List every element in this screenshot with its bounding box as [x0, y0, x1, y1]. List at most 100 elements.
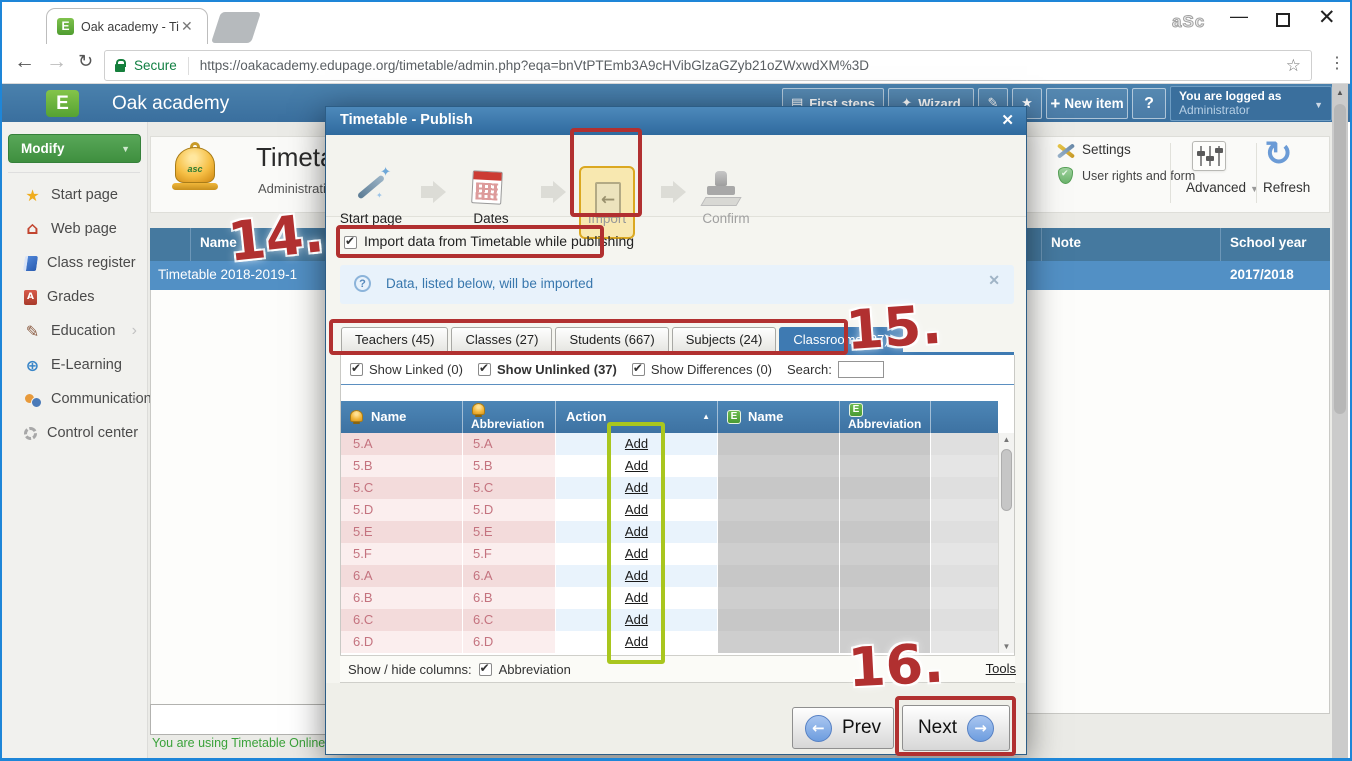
checkbox-icon[interactable]: [350, 363, 363, 376]
tab-close-icon[interactable]: ✕: [181, 18, 193, 35]
abbreviation-checkbox[interactable]: [479, 663, 492, 676]
settings-icon: [1056, 143, 1076, 159]
sidebar-item-label: Control center: [47, 425, 138, 441]
grid-scrollbar[interactable]: ▲ ▼: [998, 433, 1014, 653]
help-button[interactable]: ?: [1132, 88, 1166, 119]
grid-header-abbreviation[interactable]: Abbreviation: [463, 401, 556, 433]
edupage-icon: E: [727, 410, 741, 424]
info-close-icon[interactable]: ✕: [988, 272, 1000, 289]
grid-row-6-a: 6.A6.AAdd: [341, 565, 998, 587]
sidebar-item-control-center[interactable]: Control center: [0, 416, 146, 450]
minimize-button[interactable]: —: [1224, 6, 1254, 27]
cell-filler: [931, 587, 998, 609]
advanced-button[interactable]: Advanced: [1186, 180, 1246, 195]
column-note-header[interactable]: Note: [1051, 235, 1081, 250]
annotation-box-next: [895, 696, 1016, 756]
arrow-left-icon: ←: [805, 715, 832, 742]
cell-edupage-abbreviation: [840, 433, 931, 455]
scroll-down-icon[interactable]: ▼: [999, 642, 1014, 651]
cell-abbreviation: 6.B: [463, 587, 556, 609]
star-icon: [24, 187, 41, 204]
search-input[interactable]: [838, 361, 884, 378]
cell-abbreviation: 5.E: [463, 521, 556, 543]
forward-icon[interactable]: →: [46, 50, 67, 74]
scroll-up-icon[interactable]: ▲: [1332, 88, 1348, 97]
cell-edupage-abbreviation: [840, 587, 931, 609]
url-text[interactable]: https://oakacademy.edupage.org/timetable…: [200, 58, 1278, 73]
sidebar-item-e-learning[interactable]: E-Learning: [0, 348, 146, 382]
sidebar-item-communication[interactable]: Communication›: [0, 382, 146, 416]
step-start-page[interactable]: Start page: [326, 211, 416, 226]
secure-badge[interactable]: Secure: [134, 58, 177, 73]
cell-filler: [931, 565, 998, 587]
cell-edupage-abbreviation: [840, 565, 931, 587]
cell-edupage-name: [718, 631, 840, 653]
modify-dropdown[interactable]: Modify▼: [8, 134, 141, 163]
user-rights-button[interactable]: User rights and form: [1082, 169, 1195, 183]
checkbox-icon[interactable]: [632, 363, 645, 376]
logged-role: Administrator: [1179, 103, 1323, 117]
cell-abbreviation: 6.D: [463, 631, 556, 653]
cell-abbreviation: 5.A: [463, 433, 556, 455]
edupage-icon: E: [849, 403, 863, 417]
scrollbar-thumb[interactable]: [1001, 449, 1012, 511]
refresh-icon[interactable]: ↻: [1264, 134, 1293, 174]
back-icon[interactable]: ←: [14, 50, 35, 74]
cell-filler: [931, 543, 998, 565]
page-scrollbar[interactable]: ▲: [1332, 84, 1348, 758]
settings-button[interactable]: Settings: [1082, 142, 1131, 157]
grid-header-edupage-name[interactable]: EName: [718, 401, 840, 433]
classregister-icon: [23, 256, 38, 271]
sidebar-item-start-page[interactable]: Start page: [0, 178, 146, 212]
cell-edupage-name: [718, 455, 840, 477]
filter-row: Show Linked (0) Show Unlinked (37) Show Di…: [341, 355, 1014, 385]
checkbox-icon[interactable]: [478, 363, 491, 376]
cell-edupage-name: [718, 477, 840, 499]
sidebar-item-grades[interactable]: Grades: [0, 280, 146, 314]
dialog-close-icon[interactable]: ✕: [1001, 111, 1014, 129]
prev-button[interactable]: ← Prev: [792, 707, 894, 749]
cell-abbreviation: 5.C: [463, 477, 556, 499]
cell-name: 5.D: [341, 499, 463, 521]
edupage-favicon: E: [57, 18, 74, 35]
step-arrow-icon: [421, 181, 447, 203]
new-item-button[interactable]: +New item: [1046, 88, 1128, 119]
maximize-button[interactable]: [1276, 13, 1290, 27]
sidebar-item-class-register[interactable]: Class register: [0, 246, 146, 280]
grid-header-filler: [931, 401, 998, 433]
edupage-logo: E: [46, 90, 79, 117]
annotation-box-checkbox: [336, 225, 604, 258]
tools-link[interactable]: Tools: [986, 661, 1016, 676]
sidebar-item-label: Web page: [51, 221, 117, 237]
scroll-up-icon[interactable]: ▲: [999, 435, 1014, 444]
filter-show-unlinked-37[interactable]: Show Unlinked (37): [478, 362, 617, 377]
sidebar-item-web-page[interactable]: Web page: [0, 212, 146, 246]
sidebar-item-education[interactable]: Education›: [0, 314, 146, 348]
filter-show-differences-0[interactable]: Show Differences (0): [632, 362, 772, 377]
school-name: Oak academy: [112, 93, 229, 115]
browser-tab[interactable]: E Oak academy - Timetable ✕: [46, 8, 208, 44]
grid-row-5-a: 5.A5.AAdd: [341, 433, 998, 455]
sidebar-items: Start page Web page Class registerGradesEd…: [0, 178, 146, 450]
scrollbar-thumb[interactable]: [1334, 104, 1346, 414]
refresh-button[interactable]: Refresh: [1263, 180, 1310, 195]
question-icon: ?: [354, 275, 371, 292]
step-dates[interactable]: Dates: [446, 211, 536, 226]
grid-row-6-c: 6.C6.CAdd: [341, 609, 998, 631]
cell-name: 6.B: [341, 587, 463, 609]
column-year-header[interactable]: School year: [1230, 235, 1307, 250]
cell-edupage-abbreviation: [840, 477, 931, 499]
dates-step-icon: [471, 170, 503, 205]
grid-header-name[interactable]: Name: [341, 401, 463, 433]
annotation-14: 14.: [225, 201, 327, 274]
filter-show-linked-0[interactable]: Show Linked (0): [350, 362, 463, 377]
step-confirm: Confirm: [681, 211, 771, 226]
start-page-step-icon: ✦: [352, 169, 392, 209]
bookmark-star-icon[interactable]: ☆: [1286, 56, 1301, 76]
window-close-button[interactable]: ✕: [1318, 5, 1336, 30]
reload-icon[interactable]: ↻: [78, 51, 93, 72]
grid-header-edupage-abbreviation[interactable]: EAbbreviation: [840, 401, 931, 433]
browser-menu-icon[interactable]: ⋮: [1329, 53, 1345, 73]
url-bar[interactable]: Secure https://oakacademy.edupage.org/ti…: [104, 50, 1312, 81]
logged-as-menu[interactable]: You are logged as Administrator ▼: [1170, 86, 1332, 121]
